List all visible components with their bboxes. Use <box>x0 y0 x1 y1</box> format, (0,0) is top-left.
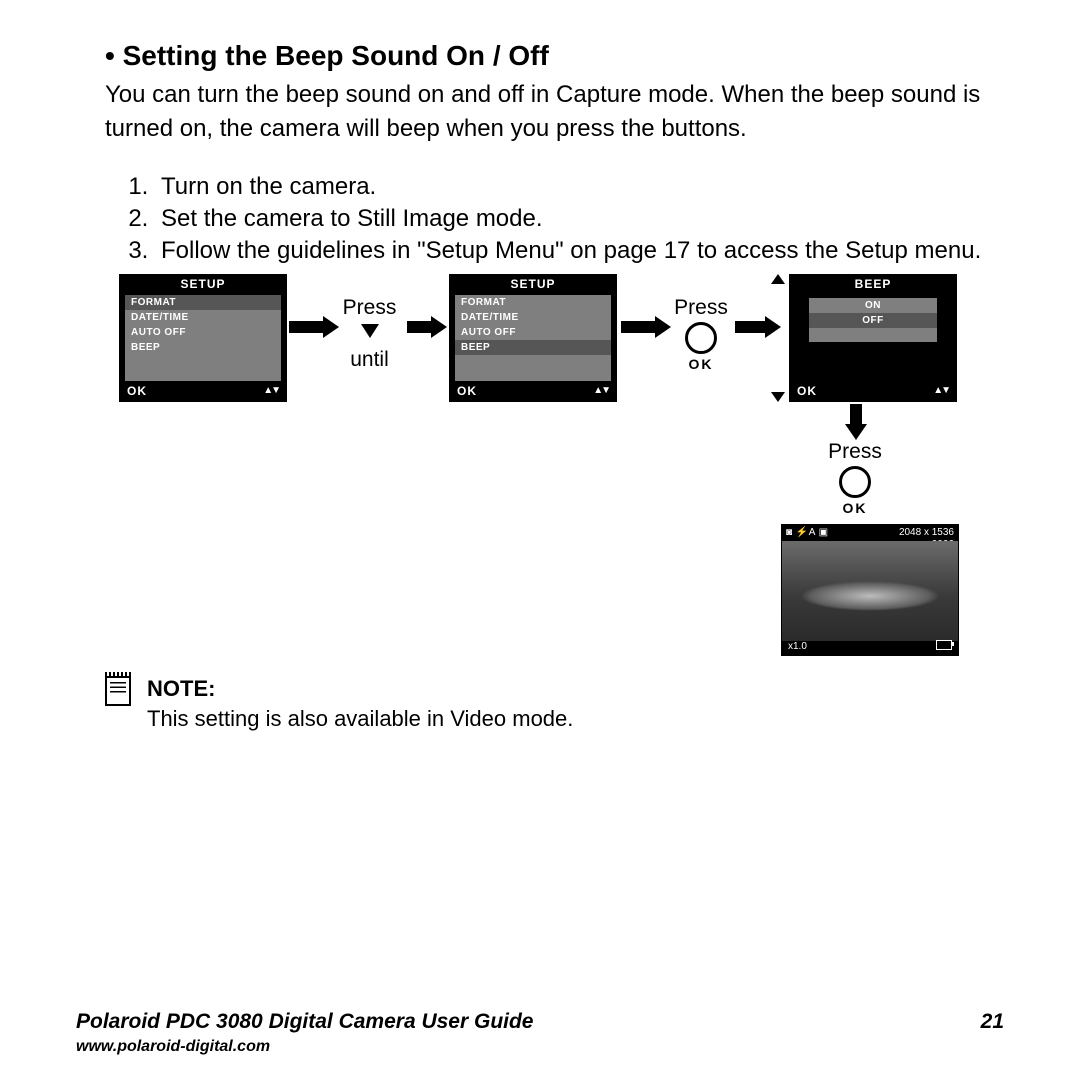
arrow-right-icon <box>407 316 447 338</box>
ok-text: OK <box>825 500 885 516</box>
screen-title: SETUP <box>119 277 287 291</box>
press-down-label: Press until <box>337 296 402 372</box>
step-item: Follow the guidelines in "Setup Menu" on… <box>155 235 990 267</box>
menu-item: AUTO OFF <box>455 325 611 340</box>
step-item: Turn on the camera. <box>155 171 990 203</box>
up-caret-icon <box>771 274 785 284</box>
beep-screen: BEEP ON OFF OK ▲▼ <box>789 274 957 402</box>
screen-title: BEEP <box>789 277 957 291</box>
setup-screen-1: SETUP FORMAT DATE/TIME AUTO OFF BEEP OK … <box>119 274 287 402</box>
note-block: NOTE: This setting is also available in … <box>105 674 573 733</box>
ok-indicator: OK <box>127 384 147 398</box>
down-caret-icon <box>771 392 785 402</box>
ok-indicator: OK <box>797 384 817 398</box>
setup-screen-2: SETUP FORMAT DATE/TIME AUTO OFF BEEP OK … <box>449 274 617 402</box>
footer-url: www.polaroid-digital.com <box>76 1038 1004 1056</box>
screen-title: SETUP <box>449 277 617 291</box>
nav-indicator-icon: ▲▼ <box>593 385 609 396</box>
ok-button-icon <box>685 322 717 354</box>
until-text: until <box>337 348 402 372</box>
press-ok-label-2: Press OK <box>825 440 885 516</box>
menu-item: OFF <box>809 313 937 328</box>
press-text: Press <box>825 440 885 464</box>
intro-text: You can turn the beep sound on and off i… <box>105 78 990 145</box>
footer-title: Polaroid PDC 3080 Digital Camera User Gu… <box>76 1010 1004 1034</box>
menu-item: DATE/TIME <box>455 310 611 325</box>
arrow-down-icon <box>845 404 867 440</box>
menu-item: FORMAT <box>455 295 611 310</box>
page-footer: 21 Polaroid PDC 3080 Digital Camera User… <box>76 1010 1004 1056</box>
preview-image <box>782 541 958 641</box>
menu-item: FORMAT <box>125 295 281 310</box>
ok-button-icon <box>839 466 871 498</box>
flow-diagram: SETUP FORMAT DATE/TIME AUTO OFF BEEP OK … <box>105 274 990 674</box>
notepad-icon <box>105 676 131 706</box>
ok-text: OK <box>671 356 731 372</box>
note-text: This setting is also available in Video … <box>147 706 573 731</box>
menu-item: BEEP <box>455 340 611 355</box>
arrow-right-icon <box>735 316 781 338</box>
menu-item: AUTO OFF <box>125 325 281 340</box>
nav-indicator-icon: ▲▼ <box>933 385 949 396</box>
page-number: 21 <box>981 1010 1004 1034</box>
arrow-right-icon <box>621 316 671 338</box>
menu-item: DATE/TIME <box>125 310 281 325</box>
press-text: Press <box>671 296 731 320</box>
note-label: NOTE: <box>147 676 215 701</box>
preview-zoom: x1.0 <box>788 641 807 652</box>
press-ok-label: Press OK <box>671 296 731 372</box>
nav-indicator-icon: ▲▼ <box>263 385 279 396</box>
menu-item: BEEP <box>125 340 281 355</box>
preview-icons: ◙ ⚡A ▣ <box>786 527 829 538</box>
preview-resolution: 2048 x 1536 <box>899 527 954 538</box>
battery-icon <box>936 640 952 650</box>
step-item: Set the camera to Still Image mode. <box>155 203 990 235</box>
down-triangle-icon <box>361 324 379 338</box>
section-heading: Setting the Beep Sound On / Off <box>105 40 990 72</box>
menu-item: ON <box>809 298 937 313</box>
step-list: Turn on the camera. Set the camera to St… <box>105 171 990 266</box>
camera-preview: ◙ ⚡A ▣ 2048 x 1536 0006 ★ ★ ★ x1.0 <box>781 524 959 656</box>
ok-indicator: OK <box>457 384 477 398</box>
arrow-right-icon <box>289 316 339 338</box>
press-text: Press <box>337 296 402 320</box>
